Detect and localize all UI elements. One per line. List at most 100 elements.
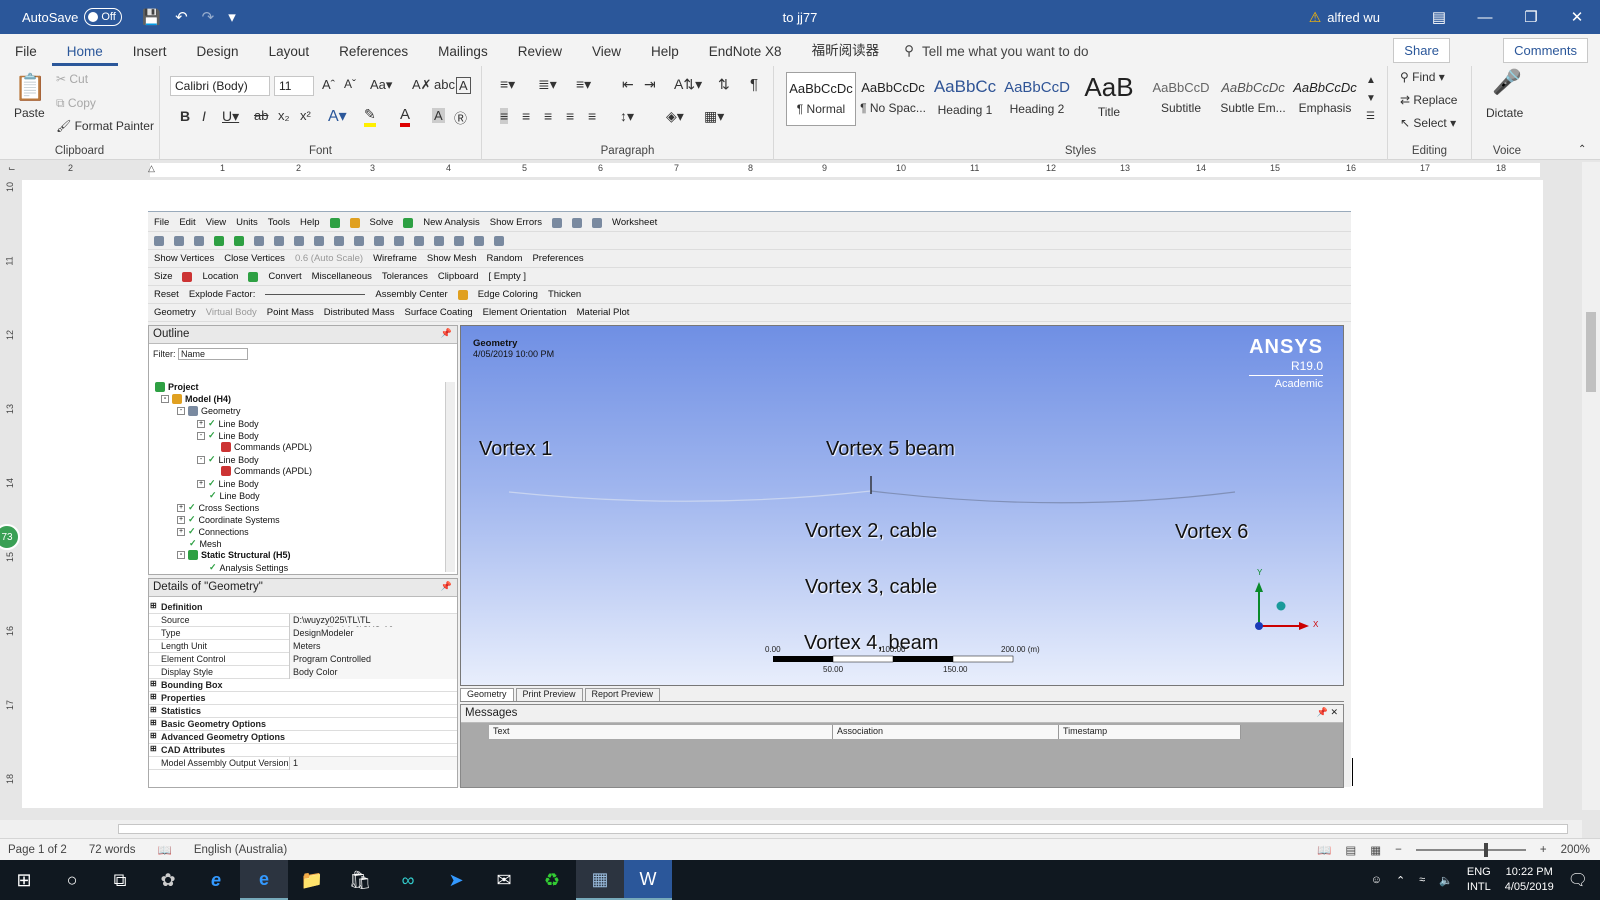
zoom-level[interactable]: 200% [1561, 844, 1590, 856]
character-border-icon[interactable]: A [456, 77, 471, 94]
tab-selector-icon[interactable]: ⌙ [8, 163, 16, 174]
redo-icon[interactable]: ↷ [202, 8, 215, 26]
print-layout-icon[interactable]: ▤ [1345, 843, 1356, 857]
app-icon[interactable]: ✿ [144, 860, 192, 900]
grow-font-icon[interactable]: Aˆ [322, 77, 335, 92]
network-icon[interactable]: ≈ [1419, 874, 1425, 886]
paste-icon[interactable]: 📋 [14, 72, 46, 103]
undo-icon[interactable]: ↶ [175, 8, 188, 26]
style-no-spacing[interactable]: AaBbCcDc ¶ No Spac... [858, 72, 928, 126]
ribbon-display-options-icon[interactable]: ▤ [1416, 0, 1462, 34]
enclose-characters-icon[interactable]: Ⓡ [454, 108, 467, 127]
font-size-combo[interactable]: 11 [274, 76, 314, 96]
align-right-icon[interactable]: ≡ [544, 108, 552, 124]
find-button[interactable]: ⚲ Find ▾ [1400, 70, 1445, 84]
horizontal-scrollbar[interactable] [0, 820, 1582, 838]
style-heading-2[interactable]: AaBbCcD Heading 2 [1002, 72, 1072, 126]
styles-scroll-icon[interactable]: ▲ ▼ ☰ [1366, 72, 1376, 126]
sort-icon[interactable]: ⇅ [718, 76, 730, 93]
tab-home[interactable]: Home [51, 44, 118, 66]
people-icon[interactable]: ☺ [1371, 874, 1382, 886]
start-icon[interactable]: ⊞ [0, 860, 48, 900]
tell-me-search[interactable]: ⚲ Tell me what you want to do [894, 43, 1103, 66]
font-name-combo[interactable]: Calibri (Body) [170, 76, 270, 96]
clock[interactable]: 10:22 PM 4/05/2019 [1505, 865, 1554, 895]
share-button[interactable]: Share [1393, 38, 1450, 63]
tab-review[interactable]: Review [503, 44, 577, 66]
file-explorer-icon[interactable]: 📁 [288, 860, 336, 900]
input-language[interactable]: ENG INTL [1467, 865, 1491, 895]
autosave-toggle[interactable]: Off [84, 8, 123, 26]
style-subtle-emphasis[interactable]: AaBbCcDc Subtle Em... [1218, 72, 1288, 126]
tab-view[interactable]: View [577, 44, 636, 66]
zoom-in-icon[interactable]: + [1540, 844, 1547, 856]
style-normal[interactable]: AaBbCcDc ¶ Normal [786, 72, 856, 126]
font-color-icon[interactable]: A [400, 106, 411, 127]
tab-layout[interactable]: Layout [254, 44, 325, 66]
restore-button[interactable]: ❐ [1508, 0, 1554, 34]
line-spacing-icon[interactable]: ↕▾ [620, 108, 634, 125]
word-icon[interactable]: W [624, 860, 672, 900]
align-left-icon[interactable]: ≡ [500, 108, 509, 124]
comments-button[interactable]: Comments [1503, 38, 1588, 63]
shading-icon[interactable]: ◈▾ [666, 108, 684, 125]
customize-qat-icon[interactable]: ▾ [228, 8, 236, 26]
format-painter-button[interactable]: 🖌 Format Painter [56, 119, 154, 133]
phonetic-guide-icon[interactable]: abc [434, 77, 455, 92]
multilevel-list-icon[interactable]: ≡▾ [576, 76, 591, 93]
language[interactable]: English (Australia) [194, 844, 287, 856]
tab-references[interactable]: References [324, 44, 423, 66]
tab-design[interactable]: Design [182, 44, 254, 66]
tab-file[interactable]: File [0, 44, 52, 66]
cut-button[interactable]: ✂ Cut [56, 72, 88, 86]
replace-button[interactable]: ⇄ Replace [1400, 93, 1457, 107]
align-center-icon[interactable]: ≡ [522, 108, 530, 124]
highlight-icon[interactable]: ✎ [364, 106, 376, 127]
vertical-ruler[interactable]: 10 11 12 13 14 15 16 17 18 [0, 180, 20, 810]
tab-help[interactable]: Help [636, 44, 694, 66]
tab-mailings[interactable]: Mailings [423, 44, 503, 66]
justify-icon[interactable]: ≡ [566, 108, 574, 124]
bullets-icon[interactable]: ≡▾ [500, 76, 515, 93]
web-layout-icon[interactable]: ▦ [1370, 843, 1381, 857]
save-icon[interactable]: 💾 [142, 8, 161, 26]
vertical-scroll-thumb[interactable] [1586, 312, 1596, 392]
minimize-button[interactable]: — [1462, 0, 1508, 34]
user-account[interactable]: ⚠ alfred wu [1309, 9, 1380, 26]
page-count[interactable]: Page 1 of 2 [8, 844, 67, 856]
bird-app-icon[interactable]: ➤ [432, 860, 480, 900]
select-button[interactable]: ↖ Select ▾ [1400, 116, 1456, 130]
volume-icon[interactable]: 🔈 [1439, 874, 1453, 887]
change-case-icon[interactable]: Aa▾ [370, 77, 392, 93]
zoom-slider-knob[interactable] [1483, 842, 1488, 857]
infinity-app-icon[interactable]: ∞ [384, 860, 432, 900]
clear-formatting-icon[interactable]: A✗ [412, 77, 432, 93]
numbering-icon[interactable]: ≣▾ [538, 76, 557, 93]
green-app-icon[interactable]: ♻ [528, 860, 576, 900]
word-count[interactable]: 72 words [89, 844, 136, 856]
pilcrow-icon[interactable]: ¶ [750, 76, 758, 93]
bold-icon[interactable]: B [180, 108, 190, 124]
tab-insert[interactable]: Insert [118, 44, 182, 66]
ie-icon[interactable]: e [192, 860, 240, 900]
decrease-indent-icon[interactable]: ⇤ [622, 76, 634, 93]
borders-icon[interactable]: ▦▾ [704, 108, 724, 125]
collapse-ribbon-icon[interactable]: ⌃ [1578, 144, 1586, 155]
horizontal-scroll-thumb[interactable] [118, 824, 1568, 834]
style-title[interactable]: AaB Title [1074, 72, 1144, 126]
ansys-app-icon[interactable]: ▦ [576, 860, 624, 900]
paste-button[interactable]: Paste [14, 106, 45, 120]
autosave[interactable]: AutoSave Off [22, 8, 123, 26]
indent-marker-icon[interactable]: △ [148, 163, 155, 174]
superscript-icon[interactable]: x² [300, 108, 311, 123]
task-view-icon[interactable]: ⧉ [96, 860, 144, 900]
microphone-icon[interactable]: 🎤 [1492, 68, 1522, 97]
asian-layout-icon[interactable]: A⇅▾ [674, 76, 702, 93]
mail-icon[interactable]: ✉ [480, 860, 528, 900]
character-shading-icon[interactable]: A [432, 108, 445, 123]
style-heading-1[interactable]: AaBbCc Heading 1 [930, 72, 1000, 126]
notifications-icon[interactable]: 🗨 [1568, 870, 1588, 890]
strikethrough-icon[interactable]: ab [254, 108, 268, 123]
proofing-icon[interactable]: 📖 [158, 843, 172, 857]
store-icon[interactable]: 🛍 [336, 860, 384, 900]
